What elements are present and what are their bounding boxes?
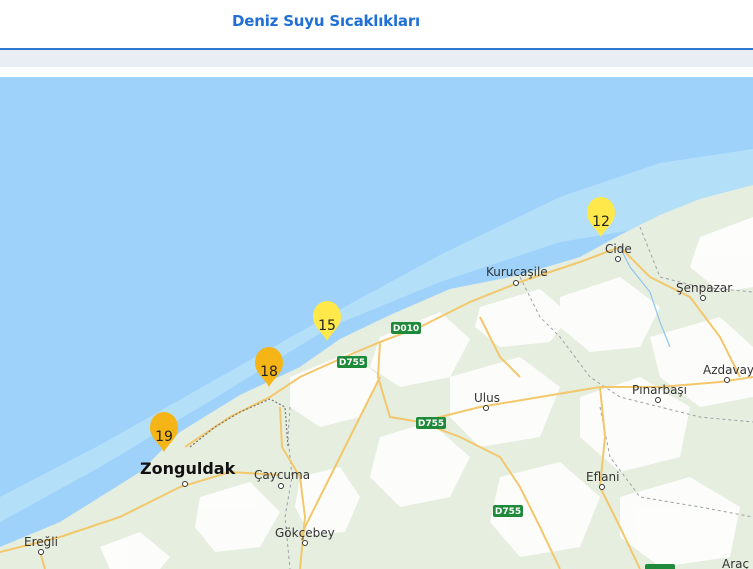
place-label-caycuma: Çaycuma bbox=[254, 468, 310, 482]
svg-text:D755: D755 bbox=[418, 419, 444, 429]
temperature-marker-15[interactable]: 15 bbox=[313, 301, 341, 341]
svg-text:D755: D755 bbox=[339, 358, 365, 368]
road-shield-d755-1: D755 bbox=[337, 356, 367, 368]
place-label-arac: Araç bbox=[722, 557, 749, 569]
app-header: Deniz Suyu Sıcaklıkları bbox=[0, 0, 753, 50]
road-shield-d755-2: D755 bbox=[416, 417, 446, 429]
spacer bbox=[0, 67, 753, 77]
place-label-cide: Cide bbox=[605, 242, 632, 256]
svg-text:18: 18 bbox=[260, 364, 278, 380]
place-label-eregli: Ereğli bbox=[24, 535, 58, 549]
place-label-pinarbasi: Pınarbaşı bbox=[632, 383, 687, 397]
svg-text:12: 12 bbox=[592, 214, 610, 230]
place-label-ulus: Ulus bbox=[474, 391, 500, 405]
place-label-gokcebey: Gökçebey bbox=[275, 526, 335, 540]
place-label-eflani: Eflani bbox=[586, 470, 619, 484]
place-label-azdavay: Azdavay bbox=[703, 363, 753, 377]
svg-text:D010: D010 bbox=[393, 324, 419, 334]
svg-text:19: 19 bbox=[155, 429, 173, 445]
place-label-zonguldak: Zonguldak bbox=[140, 459, 236, 478]
road-shield-d010: D010 bbox=[391, 322, 421, 334]
road-shield-d755-3: D755 bbox=[493, 505, 523, 517]
map-view[interactable]: D010 D755 D755 D755 Cide Kurucaşile Şenp… bbox=[0, 77, 753, 569]
page-title: Deniz Suyu Sıcaklıkları bbox=[232, 12, 420, 30]
place-label-senpazar: Şenpazar bbox=[676, 281, 732, 295]
place-label-kurucasile: Kurucaşile bbox=[486, 265, 548, 279]
toolbar-strip bbox=[0, 50, 753, 67]
svg-text:15: 15 bbox=[318, 318, 336, 334]
road-shield-partial bbox=[645, 564, 675, 569]
map-canvas[interactable]: D010 D755 D755 D755 Cide Kurucaşile Şenp… bbox=[0, 77, 753, 569]
svg-text:D755: D755 bbox=[495, 507, 521, 517]
